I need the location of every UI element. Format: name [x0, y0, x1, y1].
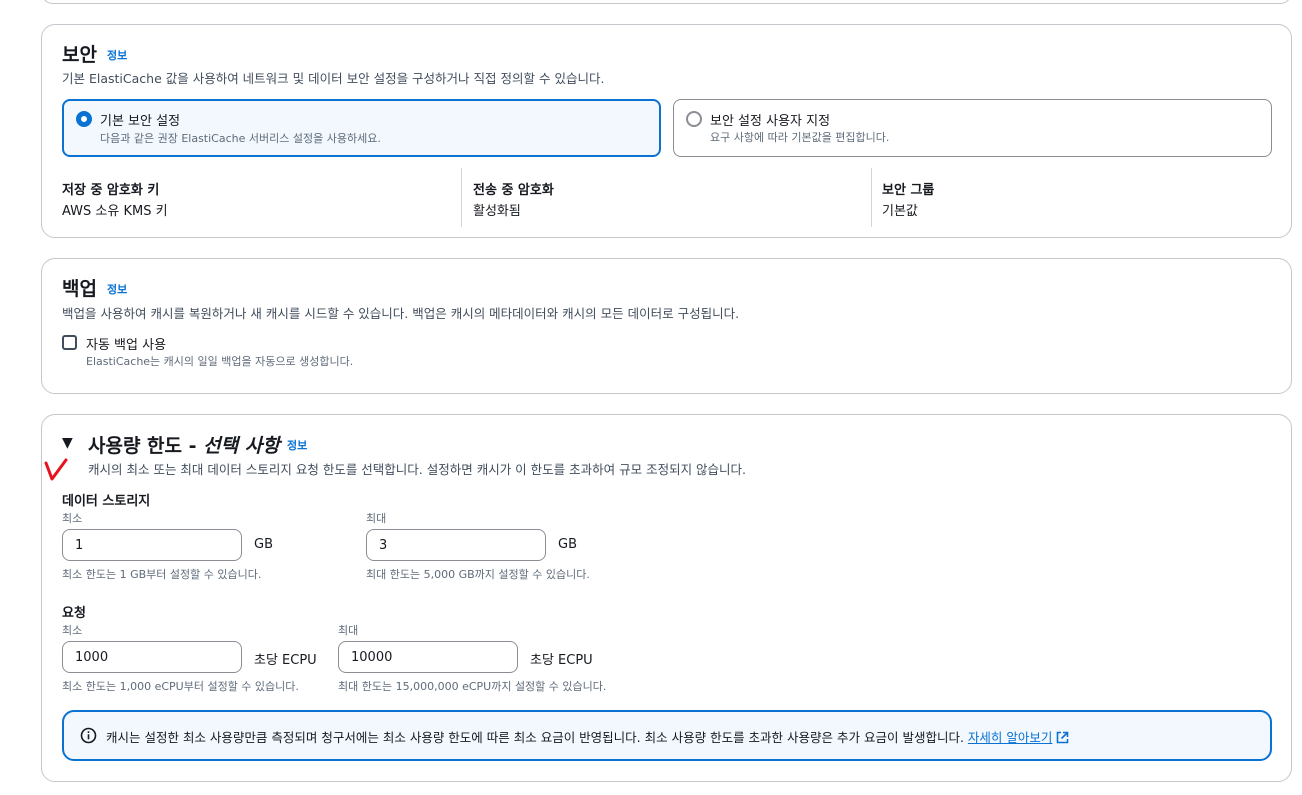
auto-backup-description: ElastiCache는 캐시의 일일 백업을 자동으로 생성합니다. [86, 355, 354, 368]
usage-limits-info-link[interactable]: 정보 [287, 437, 307, 453]
requests-min-hint: 최소 한도는 1,000 eCPU부터 설정할 수 있습니다. [62, 680, 299, 693]
custom-security-radio[interactable] [686, 111, 702, 127]
usage-limits-title-main: 사용량 한도 - [88, 435, 204, 457]
requests-min-label: 최소 [62, 624, 83, 637]
backup-title: 백업 [62, 278, 97, 300]
default-security-tile[interactable]: 기본 보안 설정 다음과 같은 권장 ElastiCache 서버리스 설정을 … [62, 99, 661, 157]
requests-min-input[interactable] [62, 641, 242, 673]
security-group-label: 보안 그룹 [882, 183, 935, 198]
storage-min-unit: GB [254, 537, 273, 552]
security-title: 보안 [62, 44, 97, 66]
backup-panel [41, 258, 1292, 394]
backup-info-link[interactable]: 정보 [107, 281, 127, 297]
storage-min-input[interactable] [62, 529, 242, 561]
storage-max-unit: GB [558, 537, 577, 552]
usage-limits-title[interactable]: 사용량 한도 - 선택 사항 [88, 431, 280, 458]
custom-security-label: 보안 설정 사용자 지정 [710, 114, 831, 129]
requests-max-input[interactable] [338, 641, 518, 673]
storage-max-input[interactable] [366, 529, 546, 561]
storage-min-label: 최소 [62, 512, 83, 525]
requests-max-hint: 최대 한도는 15,000,000 eCPU까지 설정할 수 있습니다. [338, 680, 607, 693]
learn-more-link[interactable]: 자세히 알아보기 [968, 730, 1052, 745]
default-security-description: 다음과 같은 권장 ElastiCache 서버리스 설정을 사용하세요. [100, 132, 381, 145]
auto-backup-label[interactable]: 자동 백업 사용 [86, 334, 166, 353]
default-security-radio[interactable] [76, 111, 92, 127]
encryption-in-transit-value: 활성화됨 [473, 204, 521, 219]
security-info-link[interactable]: 정보 [107, 47, 127, 63]
usage-limits-title-optional: 선택 사항 [203, 435, 280, 457]
storage-min-hint: 최소 한도는 1 GB부터 설정할 수 있습니다. [62, 568, 262, 581]
usage-limits-description: 캐시의 최소 또는 최대 데이터 스토리지 요청 한도를 선택합니다. 설정하면… [88, 462, 747, 477]
custom-security-description: 요구 사항에 따라 기본값을 편집합니다. [710, 131, 890, 144]
backup-description: 백업을 사용하여 캐시를 복원하거나 새 캐시를 시드할 수 있습니다. 백업은… [62, 306, 740, 321]
detail-divider [871, 168, 872, 227]
red-checkmark-annotation [44, 458, 68, 481]
security-group-value: 기본값 [882, 204, 918, 219]
previous-section-panel [41, 0, 1292, 4]
external-link-icon[interactable] [1056, 731, 1069, 744]
alert-text: 캐시는 설정한 최소 사용량만큼 측정되며 청구서에는 최소 사용량 한도에 따… [106, 730, 964, 745]
requests-max-unit: 초당 ECPU [530, 653, 593, 668]
info-icon [80, 727, 97, 744]
requests-title: 요청 [62, 606, 86, 621]
encryption-at-rest-label: 저장 중 암호화 키 [62, 183, 160, 198]
default-security-label: 기본 보안 설정 [100, 114, 181, 129]
requests-min-unit: 초당 ECPU [254, 653, 317, 668]
custom-security-tile[interactable]: 보안 설정 사용자 지정 요구 사항에 따라 기본값을 편집합니다. [673, 99, 1272, 157]
encryption-at-rest-value: AWS 소유 KMS 키 [62, 204, 168, 219]
encryption-in-transit-label: 전송 중 암호화 [473, 183, 554, 198]
detail-divider [461, 168, 462, 227]
billing-info-alert: 캐시는 설정한 최소 사용량만큼 측정되며 청구서에는 최소 사용량 한도에 따… [62, 710, 1272, 761]
storage-max-label: 최대 [366, 512, 387, 525]
expand-caret-icon[interactable]: ▼ [62, 435, 73, 451]
data-storage-title: 데이터 스토리지 [62, 494, 151, 509]
requests-max-label: 최대 [338, 624, 359, 637]
storage-max-hint: 최대 한도는 5,000 GB까지 설정할 수 있습니다. [366, 568, 590, 581]
auto-backup-checkbox[interactable] [62, 335, 77, 350]
security-description: 기본 ElastiCache 값을 사용하여 네트워크 및 데이터 보안 설정을… [62, 71, 605, 86]
